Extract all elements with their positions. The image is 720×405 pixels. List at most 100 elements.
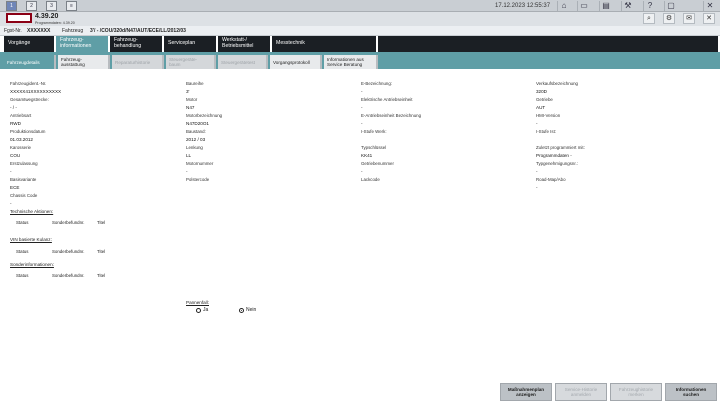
section-sonderinformationen[interactable]: Sonderinformationen:: [10, 262, 54, 267]
search-icon[interactable]: ⌕: [643, 13, 655, 24]
field-label: Basisvariante: [10, 177, 37, 182]
tab-werkstatt[interactable]: Werkstatt-/ Betriebsmittel: [218, 36, 270, 52]
field-label: Motornummer: [186, 161, 214, 166]
window-3-button[interactable]: 3: [46, 1, 57, 11]
vehicle-details-panel: Fahrzeugident.-Nr. XXXXX41XXXXXXXXXX Bau…: [0, 69, 720, 379]
field-value: 2012 / 03: [186, 137, 206, 142]
field-motorbezeichnung: Motorbezeichnung N47D20O1: [186, 113, 222, 126]
field-label: Getriebe: [536, 97, 553, 102]
field-label: Polstercode: [186, 177, 210, 182]
radio-label: Nein: [246, 307, 257, 313]
service-historie-button: Service-Historie anmelden: [555, 383, 607, 401]
field-elektrische-antriebseinheit: Elektrische Antriebseinheit -: [361, 97, 413, 110]
field-getriebenummer: Getriebenummer -: [361, 161, 394, 174]
field-value: AUT: [536, 105, 546, 110]
field-value: -: [536, 169, 538, 174]
column-titel: Titel: [97, 273, 106, 278]
field-gesamtwegstrecke: Gesamtwegstrecke: - / -: [10, 97, 49, 110]
section-technische-aktionen[interactable]: Technische Aktionen:: [10, 209, 53, 214]
field-value: KK41: [361, 153, 373, 158]
field-motornummer: Motornummer -: [186, 161, 213, 174]
tab-messtechnik[interactable]: Messtechnik: [272, 36, 376, 52]
field-label: Typgenehmigungsnr.:: [536, 161, 578, 166]
field-e-antriebseinheit-bezeichnung: E-Antriebseinheit Bezeichnung -: [361, 113, 421, 126]
column-sonderbefundnr: Sonderbefundnr.: [52, 220, 85, 225]
massnahmenplan-button[interactable]: Maßnahmenplan anzeigen: [500, 383, 552, 401]
informationen-suchen-button[interactable]: Informationen suchen: [665, 383, 717, 401]
field-typschluessel: Typschlüssel KK41: [361, 145, 386, 158]
tab-fahrzeugbehandlung[interactable]: Fahrzeug- behandlung: [110, 36, 162, 52]
top-toolbar: 1 2 3 ≡ 17.12.2023 12:55:37 ⌂ ▭ ▤ ⚒ ? ▢ …: [0, 0, 720, 12]
subtab-vorgangsprotokoll[interactable]: Vorgangsprotokoll: [270, 55, 322, 69]
field-label: Baustand:: [186, 129, 206, 134]
field-value: N47D20O1: [186, 121, 209, 126]
field-typgenehmigung: Typgenehmigungsnr.: -: [536, 161, 578, 174]
field-value: -: [361, 169, 363, 174]
field-label: E-Antriebseinheit Bezeichnung: [361, 113, 422, 118]
field-value: -: [361, 121, 363, 126]
radio-icon[interactable]: [196, 307, 201, 313]
field-istufe-werk: I-Stufe Werk:: [361, 129, 387, 137]
field-value: 320D: [536, 89, 547, 94]
field-label: Chassis Code: [10, 193, 38, 198]
pannenfall-label: Pannenfall:: [186, 300, 209, 305]
field-value: -: [361, 89, 363, 94]
field-value: 3': [186, 89, 190, 94]
close-icon[interactable]: ✕: [703, 1, 716, 11]
field-label: Motor: [186, 97, 198, 102]
field-value: 01.03.2012: [10, 137, 33, 142]
list-icon[interactable]: ≡: [66, 1, 77, 11]
field-antriebsart: Antriebsart RWD: [10, 113, 31, 126]
tab-vorgaenge[interactable]: Vorgänge: [4, 36, 54, 52]
main-tabs: Vorgänge Fahrzeug- informationen Fahrzeu…: [0, 36, 720, 52]
field-polstercode: Polstercode: [186, 177, 209, 185]
subtab-fahrzeugausstattung[interactable]: Fahrzeug- ausstattung: [58, 55, 110, 69]
subtab-service-beratung[interactable]: Informationen aus Service Beratung: [324, 55, 378, 69]
field-karosserie: Karosserie COU: [10, 145, 31, 158]
car-icon[interactable]: ▭: [577, 1, 590, 11]
field-label: Lenkung: [186, 145, 203, 150]
tab-empty: [378, 36, 718, 52]
fgst-value: XXXXXXX: [27, 28, 51, 34]
datetime: 17.12.2023 12:55:37: [495, 3, 551, 9]
window-icon[interactable]: ▢: [664, 1, 677, 11]
print-icon[interactable]: ▤: [599, 1, 612, 11]
help-icon[interactable]: ?: [643, 1, 656, 11]
tab-fahrzeuginformationen[interactable]: Fahrzeug- informationen: [56, 36, 108, 52]
close-icon[interactable]: ✕: [703, 13, 715, 24]
gear-icon[interactable]: ⚙: [663, 13, 675, 24]
pannenfall-nein-radio[interactable]: Nein: [239, 307, 256, 313]
field-value: COU: [10, 153, 21, 158]
program-date-value: 4.39.20: [62, 20, 75, 25]
field-lackcode: Lackcode: [361, 177, 380, 185]
window-2-button[interactable]: 2: [26, 1, 37, 11]
home-icon[interactable]: ⌂: [557, 1, 570, 11]
field-value: N47: [186, 105, 195, 110]
field-value: ECE: [10, 185, 20, 190]
field-label: Zuletzt programmiert mit:: [536, 145, 585, 150]
column-status: Status: [16, 249, 29, 254]
field-label: Gesamtwegstrecke:: [10, 97, 49, 102]
column-sonderbefundnr: Sonderbefundnr.: [52, 273, 85, 278]
column-titel: Titel: [97, 220, 106, 225]
field-value: Programmdaten -: [536, 153, 572, 158]
mail-icon[interactable]: ✉: [683, 13, 695, 24]
field-value: XXXXX41XXXXXXXXXX: [10, 89, 62, 94]
program-date-label: Programmdaten:: [35, 20, 62, 25]
radio-selected-icon[interactable]: [239, 307, 244, 313]
column-sonderbefundnr: Sonderbefundnr.: [52, 249, 85, 254]
tab-serviceplan[interactable]: Serviceplan: [164, 36, 216, 52]
field-hmi-version: HMI-Version -: [536, 113, 560, 126]
field-label: I-Stufe Ist:: [536, 129, 557, 134]
field-baustand: Baustand: 2012 / 03: [186, 129, 206, 142]
section-vin-kulanz[interactable]: VIN basierte Kulanz:: [10, 237, 52, 242]
subtab-fahrzeugdetails[interactable]: Fahrzeugdetails: [4, 55, 56, 69]
pannenfall-ja-radio[interactable]: Ja: [196, 307, 208, 313]
field-value: -: [536, 121, 538, 126]
field-verkaufsbezeichnung: Verkaufsbezeichnung 320D: [536, 81, 578, 94]
window-1-button[interactable]: 1: [6, 1, 17, 11]
subtab-steuergeraetetest: Steuergerätetest: [218, 55, 268, 69]
field-value: -: [10, 201, 12, 206]
field-produktionsdatum: Produktionsdatum 01.03.2012: [10, 129, 45, 142]
wrench-icon[interactable]: ⚒: [621, 1, 634, 11]
